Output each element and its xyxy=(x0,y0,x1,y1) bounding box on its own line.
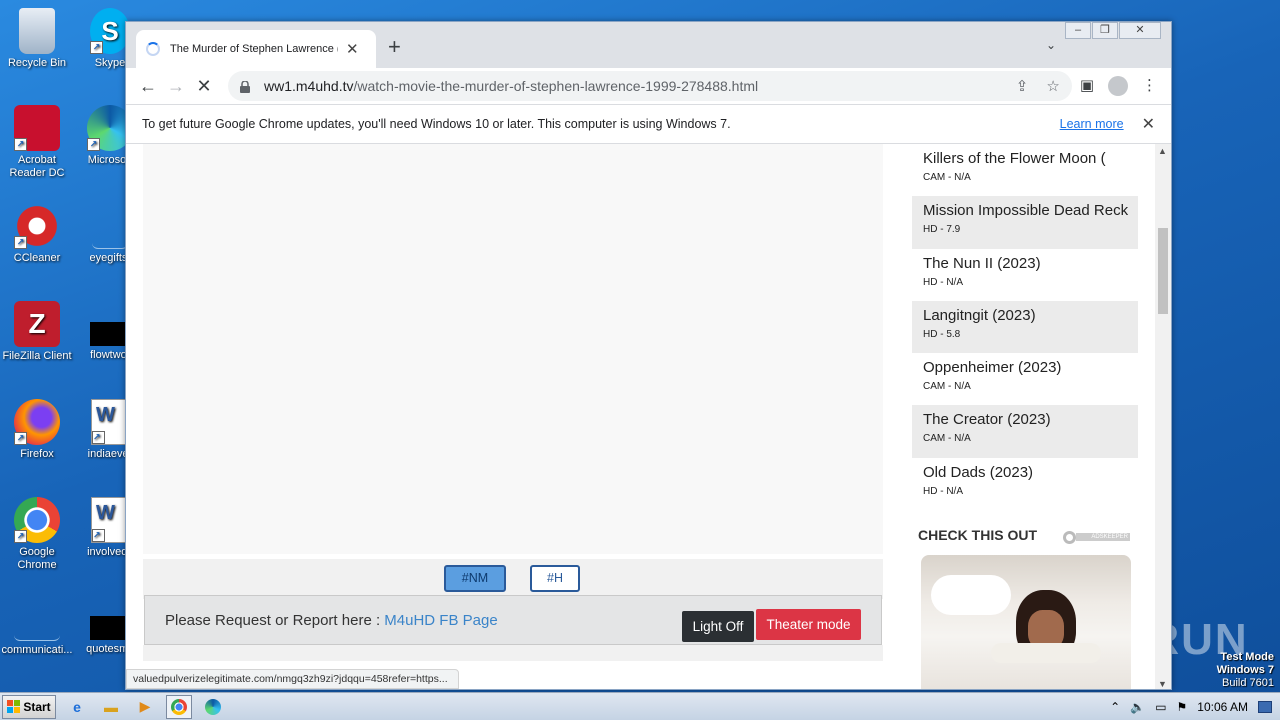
chrome-window: The Murder of Stephen Lawrence (1 ✕ + ⌄ … xyxy=(125,21,1172,690)
list-item[interactable]: Killers of the Flower Moon (CAM - N/A xyxy=(912,144,1138,196)
list-item[interactable]: The Creator (2023) CAM - N/A xyxy=(912,405,1138,458)
tab-active[interactable]: The Murder of Stephen Lawrence (1 ✕ xyxy=(136,30,376,68)
tab-close-icon[interactable]: ✕ xyxy=(346,40,359,58)
word-doc-icon: W ↗ xyxy=(91,399,129,445)
tab-title: The Murder of Stephen Lawrence (1 xyxy=(170,43,338,55)
new-tab-icon[interactable]: + xyxy=(388,34,401,60)
request-bar: Please Request or Report here : M4uHD FB… xyxy=(144,595,882,645)
volume-icon[interactable]: 🔈 xyxy=(1130,700,1145,714)
scroll-up-arrow-icon[interactable]: ▲ xyxy=(1158,146,1167,156)
media-player-taskbar-icon[interactable]: ▶ xyxy=(132,695,158,719)
action-center-flag-icon[interactable]: ⚑ xyxy=(1177,700,1188,714)
scroll-down-arrow-icon[interactable]: ▼ xyxy=(1158,679,1167,689)
page-scrollbar[interactable]: ▲ ▼ xyxy=(1155,144,1171,689)
tab-strip: The Murder of Stephen Lawrence (1 ✕ + ⌄ … xyxy=(126,22,1171,68)
theater-mode-button[interactable]: Theater mode xyxy=(756,609,861,640)
kebab-menu-icon[interactable]: ⋮ xyxy=(1142,76,1157,96)
side-panel-icon[interactable]: ▣ xyxy=(1080,76,1094,96)
infobar-message: To get future Google Chrome updates, you… xyxy=(142,117,731,131)
light-off-button[interactable]: Light Off xyxy=(682,611,754,642)
windows-logo-icon xyxy=(7,700,21,713)
minimize-icon[interactable]: – xyxy=(1065,22,1091,39)
list-item[interactable]: Oppenheimer (2023) CAM - N/A xyxy=(912,353,1138,405)
url-path: /watch-movie-the-murder-of-stephen-lawre… xyxy=(353,78,759,94)
lock-icon xyxy=(240,80,250,93)
browser-toolbar: ← → ✕ ww1.m4uhd.tv/watch-movie-the-murde… xyxy=(126,68,1171,104)
stop-loading-icon[interactable]: ✕ xyxy=(190,76,218,97)
list-item[interactable]: The Nun II (2023) HD - N/A xyxy=(912,249,1138,301)
status-bubble: valuedpulverizelegitimate.com/nmgq3zh9zi… xyxy=(126,669,459,689)
loading-spinner-icon xyxy=(146,42,160,56)
share-icon[interactable]: ⇪ xyxy=(1016,77,1029,95)
network-icon[interactable]: ▭ xyxy=(1155,700,1166,714)
file-icon xyxy=(14,617,60,641)
test-mode-watermark: Test Mode Windows 7 Build 7601 xyxy=(1216,651,1274,689)
window-controls: – ❐ ✕ xyxy=(1064,22,1161,39)
ie-taskbar-icon[interactable]: e xyxy=(64,695,90,719)
list-item[interactable]: Old Dads (2023) HD - N/A xyxy=(912,458,1138,510)
adskeeper-logo[interactable]: ADSKEEPER xyxy=(1063,530,1133,544)
server-button-nm[interactable]: #NM xyxy=(444,565,506,592)
movie-sidebar: Killers of the Flower Moon (CAM - N/A Mi… xyxy=(912,144,1138,510)
chrome-taskbar-icon[interactable] xyxy=(166,694,192,719)
list-item[interactable]: Langitngit (2023) HD - 5.8 xyxy=(912,300,1138,354)
acrobat-icon: ↗ xyxy=(14,105,60,151)
learn-more-link[interactable]: Learn more xyxy=(1060,117,1124,131)
bookmark-star-icon[interactable]: ☆ xyxy=(1046,77,1059,95)
url-host: ww1.m4uhd.tv xyxy=(264,78,354,94)
server-button-h[interactable]: #H xyxy=(530,565,580,592)
infobar-close-icon[interactable]: ✕ xyxy=(1142,114,1155,134)
start-button[interactable]: Start xyxy=(2,694,56,719)
firefox-icon: ↗ xyxy=(14,399,60,445)
system-tray: ⌃ 🔈 ▭ ⚑ 10:06 AM xyxy=(1110,700,1272,714)
list-item[interactable]: Mission Impossible Dead Reck HD - 7.9 xyxy=(912,196,1138,249)
file-icon xyxy=(92,203,128,249)
update-infobar: To get future Google Chrome updates, you… xyxy=(126,104,1171,144)
request-text: Please Request or Report here : M4uHD FB… xyxy=(165,612,498,629)
scroll-thumb[interactable] xyxy=(1158,228,1168,314)
address-bar[interactable]: ww1.m4uhd.tv/watch-movie-the-murder-of-s… xyxy=(228,71,1072,101)
tab-search-chevron-icon[interactable]: ⌄ xyxy=(1046,38,1056,52)
file-icon xyxy=(90,322,130,346)
explorer-taskbar-icon[interactable]: ▬ xyxy=(98,695,124,719)
show-desktop-icon[interactable] xyxy=(1258,700,1272,713)
web-page: #NM #H Please Request or Report here : M… xyxy=(126,144,1156,689)
file-icon xyxy=(90,616,130,640)
recycle-bin-icon xyxy=(19,8,55,54)
close-window-icon[interactable]: ✕ xyxy=(1119,22,1161,39)
back-arrow-icon[interactable]: ← xyxy=(134,76,162,97)
tray-expand-icon[interactable]: ⌃ xyxy=(1110,700,1120,714)
check-this-out-heading: CHECK THIS OUT xyxy=(918,527,1037,543)
below-bar-strip xyxy=(143,645,883,661)
server-tag-row: #NM #H xyxy=(143,559,883,599)
filezilla-icon: Z xyxy=(14,301,60,347)
ccleaner-icon: ↗ xyxy=(14,203,60,249)
fb-page-link[interactable]: M4uHD FB Page xyxy=(384,612,497,629)
forward-arrow-icon[interactable]: → xyxy=(162,76,190,97)
desktop-icon-recycle-bin[interactable]: Recycle Bin xyxy=(0,8,74,70)
taskbar: Start e ▬ ▶ ⌃ 🔈 ▭ ⚑ 10:06 AM xyxy=(0,692,1280,720)
key-icon xyxy=(1063,530,1076,544)
desktop-icon-firefox[interactable]: ↗ Firefox xyxy=(0,399,74,461)
desktop-icon-acrobat[interactable]: ↗ Acrobat Reader DC xyxy=(0,105,74,180)
profile-avatar-icon[interactable] xyxy=(1108,76,1128,96)
skype-icon: S ↗ xyxy=(90,8,130,54)
desktop-icon-chrome[interactable]: ↗ Google Chrome xyxy=(0,497,74,572)
ad-image[interactable] xyxy=(921,555,1131,689)
desktop-icon-ccleaner[interactable]: ↗ CCleaner xyxy=(0,203,74,265)
edge-taskbar-icon[interactable] xyxy=(200,695,226,719)
video-player-area[interactable] xyxy=(143,144,883,554)
restore-icon[interactable]: ❐ xyxy=(1092,22,1118,39)
desktop-icon-filezilla[interactable]: Z FileZilla Client xyxy=(0,301,74,363)
desktop-icon-communications[interactable]: communicati... xyxy=(0,617,74,657)
chrome-icon: ↗ xyxy=(14,497,60,543)
word-doc-icon: W ↗ xyxy=(91,497,129,543)
clock[interactable]: 10:06 AM xyxy=(1197,700,1248,714)
